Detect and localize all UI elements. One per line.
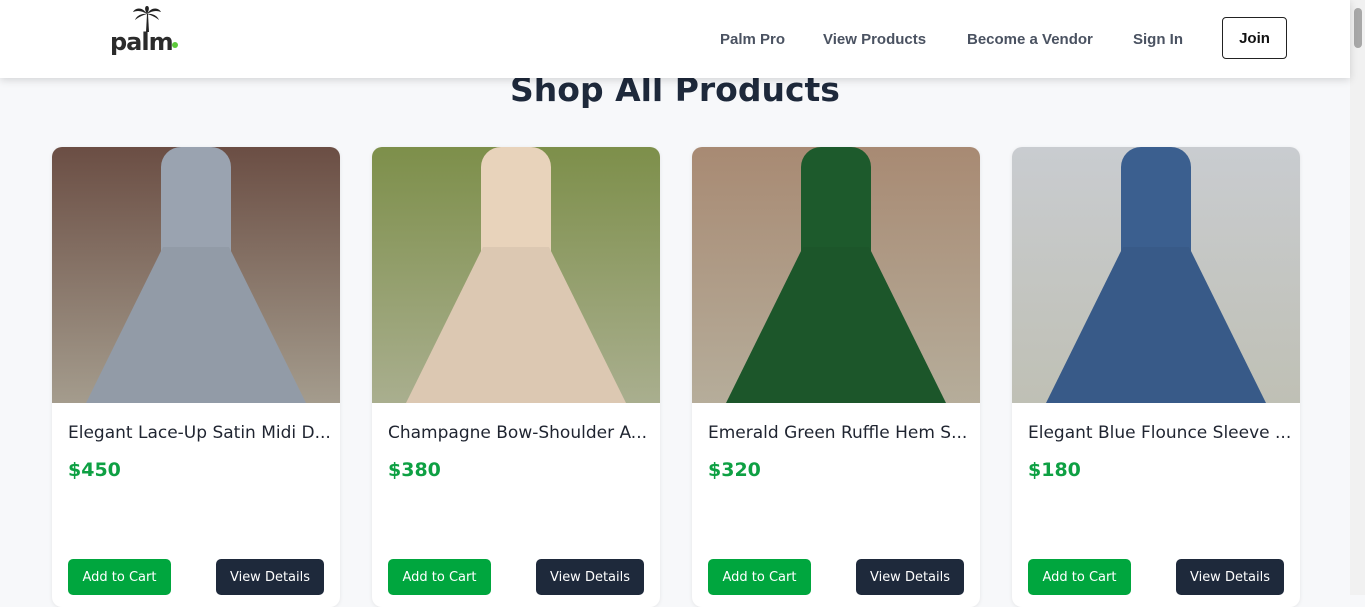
scrollbar-thumb[interactable] <box>1354 8 1362 48</box>
product-image[interactable] <box>372 147 660 403</box>
nav-view-products[interactable]: View Products <box>823 31 926 48</box>
site-header: palm Palm Pro View Products Become a Ven… <box>0 0 1350 78</box>
add-to-cart-button[interactable]: Add to Cart <box>68 559 171 595</box>
product-image[interactable] <box>692 147 980 403</box>
product-card[interactable]: Elegant Blue Flounce Sleeve ... $180 Add… <box>1012 147 1300 607</box>
nav-palm-pro[interactable]: Palm Pro <box>720 31 785 48</box>
product-price: $180 <box>1028 459 1081 481</box>
join-button[interactable]: Join <box>1222 17 1287 59</box>
scrollbar[interactable] <box>1350 0 1365 595</box>
logo-text: palm <box>110 28 174 56</box>
add-to-cart-button[interactable]: Add to Cart <box>388 559 491 595</box>
view-details-button[interactable]: View Details <box>1176 559 1284 595</box>
product-card[interactable]: Emerald Green Ruffle Hem S... $320 Add t… <box>692 147 980 607</box>
nav-become-vendor[interactable]: Become a Vendor <box>967 31 1093 48</box>
palm-logo[interactable]: palm <box>110 6 180 54</box>
product-price: $380 <box>388 459 441 481</box>
view-details-button[interactable]: View Details <box>216 559 324 595</box>
add-to-cart-button[interactable]: Add to Cart <box>1028 559 1131 595</box>
logo-dot <box>172 42 178 48</box>
product-title[interactable]: Elegant Lace-Up Satin Midi D... <box>68 423 331 443</box>
product-title[interactable]: Elegant Blue Flounce Sleeve ... <box>1028 423 1291 443</box>
add-to-cart-button[interactable]: Add to Cart <box>708 559 811 595</box>
view-details-button[interactable]: View Details <box>536 559 644 595</box>
product-image[interactable] <box>1012 147 1300 403</box>
product-price: $450 <box>68 459 121 481</box>
product-price: $320 <box>708 459 761 481</box>
nav-sign-in[interactable]: Sign In <box>1133 31 1183 48</box>
product-image[interactable] <box>52 147 340 403</box>
view-details-button[interactable]: View Details <box>856 559 964 595</box>
product-card[interactable]: Elegant Lace-Up Satin Midi D... $450 Add… <box>52 147 340 607</box>
product-title[interactable]: Emerald Green Ruffle Hem S... <box>708 423 967 443</box>
product-title[interactable]: Champagne Bow-Shoulder A... <box>388 423 647 443</box>
product-card[interactable]: Champagne Bow-Shoulder A... $380 Add to … <box>372 147 660 607</box>
